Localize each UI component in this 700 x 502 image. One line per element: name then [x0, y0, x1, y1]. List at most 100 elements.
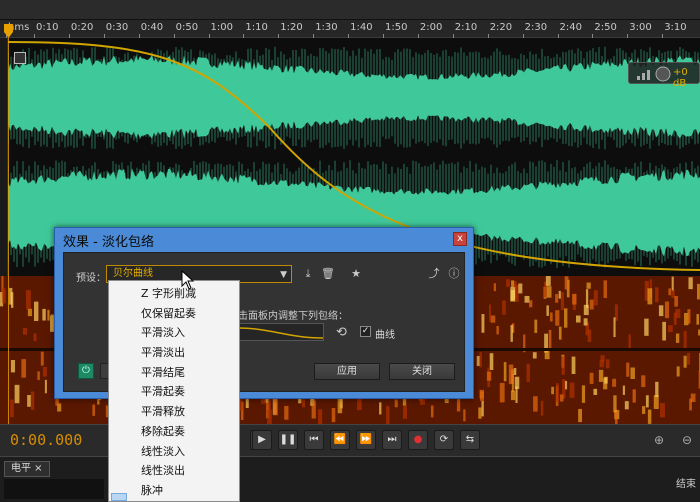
ruler-tick: 2:30	[522, 22, 548, 38]
info-icon[interactable]: ⓘ	[446, 266, 462, 282]
ruler-tick: 2:40	[557, 22, 582, 38]
menu-item[interactable]: 线性淡入	[109, 442, 239, 462]
spectral-speck	[558, 326, 562, 340]
spectral-speck	[515, 386, 518, 403]
spectral-speck	[27, 395, 31, 407]
ruler-tick: 0:30	[103, 22, 129, 38]
save-preset-icon[interactable]: ⤓	[300, 266, 316, 282]
spectral-speck	[478, 407, 482, 419]
spectral-speck	[559, 394, 564, 402]
reset-icon[interactable]: ⟲	[336, 325, 347, 340]
timeline-ruler[interactable]: hms 0:10 0:20 0:30 0:40 0:50 1:00 1:10 1:20 1:30…	[0, 20, 700, 38]
time-display: 0:00.000	[10, 431, 83, 449]
spectral-speck	[502, 300, 506, 315]
ruler-tick: 2:20	[487, 22, 513, 38]
dialog-close-button[interactable]: x	[453, 232, 467, 246]
menu-item[interactable]: 移除起奏	[109, 422, 239, 442]
forward-button[interactable]: ⏩	[356, 430, 376, 450]
spectral-speck	[284, 405, 289, 420]
menu-item[interactable]: 平滑起奏	[109, 382, 239, 402]
curve-checkbox[interactable]: ✓	[360, 326, 371, 337]
spectral-speck	[479, 352, 482, 368]
apply-button[interactable]: 应用	[314, 363, 380, 380]
spectral-speck	[575, 315, 581, 323]
spectral-speck	[632, 389, 636, 403]
spectral-speck	[92, 404, 96, 416]
spectral-speck	[548, 329, 552, 350]
power-icon[interactable]: ⏻	[78, 363, 94, 379]
delete-preset-icon[interactable]: 🗑	[320, 266, 336, 282]
spectral-speck	[40, 351, 44, 366]
level-meter	[4, 479, 104, 499]
spectral-speck	[586, 282, 591, 289]
spectral-speck	[42, 308, 46, 321]
spectral-speck	[311, 400, 316, 419]
menu-item[interactable]: 平滑释放	[109, 402, 239, 422]
spectral-speck	[688, 277, 693, 290]
menu-item[interactable]: 平滑淡入	[109, 323, 239, 343]
spectral-speck	[10, 399, 14, 418]
menu-item[interactable]: 线性淡出	[109, 461, 239, 481]
spectral-speck	[97, 398, 100, 405]
menu-item[interactable]: 平滑淡出	[109, 343, 239, 363]
spectral-speck	[42, 366, 47, 377]
spectral-speck	[658, 305, 664, 317]
spectral-speck	[34, 301, 39, 321]
zoom-in-icon[interactable]: ⊕	[650, 431, 668, 449]
spectral-speck	[645, 395, 649, 408]
waveform-corner-icon[interactable]	[14, 52, 26, 64]
spectral-speck	[624, 401, 629, 410]
spectral-speck	[546, 305, 549, 316]
menu-item[interactable]: 脉冲	[109, 481, 239, 501]
spectral-speck	[489, 304, 492, 322]
spectral-speck	[613, 395, 617, 413]
spectral-speck	[583, 304, 589, 316]
ruler-tick: 2:10	[452, 22, 478, 38]
favorite-star-icon[interactable]: ★	[348, 266, 364, 282]
spectral-speck	[687, 309, 691, 324]
menu-item[interactable]: 仅保留起奏	[109, 304, 239, 324]
spectral-speck	[510, 325, 513, 342]
spectral-speck	[667, 325, 673, 333]
menu-item[interactable]: 平滑结尾	[109, 363, 239, 383]
close-button[interactable]: 关闭	[389, 363, 455, 380]
spectral-speck	[571, 356, 576, 375]
spectral-speck	[603, 280, 608, 299]
routing-icon[interactable]: ⤴	[426, 266, 442, 282]
zoom-out-icon[interactable]: ⊖	[678, 431, 696, 449]
ruler-tick: 1:30	[313, 22, 338, 38]
spectral-speck	[506, 279, 510, 287]
spectral-speck	[549, 312, 553, 322]
spectral-speck	[386, 406, 390, 426]
spectral-speck	[578, 408, 582, 423]
ruler-tick: 1:00	[208, 22, 233, 38]
go-start-button[interactable]: ⏮	[304, 430, 324, 450]
ruler-tick: 2:00	[417, 22, 443, 38]
spectral-speck	[394, 399, 398, 408]
spectral-speck	[21, 359, 26, 378]
loop-button[interactable]: ⟳	[434, 430, 454, 450]
menu-item[interactable]: Z 字形削减	[109, 284, 239, 304]
spectral-speck	[655, 381, 659, 398]
envelope-preview[interactable]	[238, 323, 324, 341]
tab-level[interactable]: 电平 ×	[4, 461, 50, 477]
ruler-tick: 0:50	[173, 22, 199, 38]
rewind-button[interactable]: ⏪	[330, 430, 350, 450]
spectral-speck	[622, 385, 625, 395]
spectral-speck	[301, 399, 306, 408]
spectral-speck	[572, 293, 577, 305]
mouse-cursor-icon	[181, 269, 195, 293]
record-button[interactable]: ●	[408, 430, 428, 450]
volume-hud[interactable]: +0 dB	[628, 62, 700, 89]
spectral-speck	[529, 300, 533, 308]
playhead-marker[interactable]	[4, 24, 13, 38]
spectral-speck	[561, 356, 565, 375]
spectral-speck	[518, 283, 523, 294]
spectral-speck	[511, 280, 515, 288]
spectral-speck	[676, 366, 680, 377]
skip-button[interactable]: ⇆	[460, 430, 480, 450]
spectral-speck	[476, 355, 480, 366]
pause-button[interactable]: ❚❚	[278, 430, 298, 450]
play-button[interactable]: ▶	[252, 430, 272, 450]
go-end-button[interactable]: ⏭	[382, 430, 402, 450]
